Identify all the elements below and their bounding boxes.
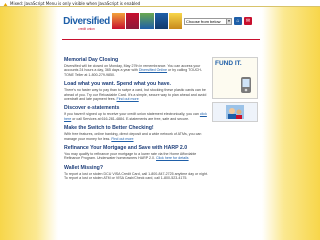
details-link[interactable]: Click here for details bbox=[156, 156, 189, 160]
diversified-online-link[interactable]: Diversified Online bbox=[139, 68, 167, 72]
news-body: To report a lost or stolen DCU VISA Cred… bbox=[64, 172, 210, 181]
mail-icon[interactable]: ✉ bbox=[244, 17, 252, 25]
news-body: With free features, online banking, dire… bbox=[64, 132, 210, 141]
sidebar: FUND IT. bbox=[212, 57, 258, 122]
nav-tile-3[interactable] bbox=[140, 13, 154, 29]
news-title: Refinance Your Mortgage and Save with HA… bbox=[64, 145, 188, 152]
news-title: Make the Switch to Better Checking! bbox=[64, 125, 154, 132]
news-item: Wallet Missing? To report a lost or stol… bbox=[64, 165, 210, 181]
header-icons: ⌂ ✉ bbox=[234, 17, 252, 25]
news-body: If you haven't signed up to receive your… bbox=[64, 112, 210, 121]
promo-nav-strip bbox=[112, 13, 183, 29]
news-item: Discover e-statements If you haven't sig… bbox=[64, 105, 210, 121]
news-body: Diversified will be closed on Monday, Ma… bbox=[64, 64, 210, 77]
header-divider bbox=[62, 39, 260, 40]
promo-photo-icon bbox=[226, 105, 244, 119]
news-title: Load what you want. Spend what you have. bbox=[64, 81, 171, 88]
news-text-after: or call Services at 616-281-4884. E-stat… bbox=[72, 116, 190, 121]
nav-tile-1[interactable] bbox=[112, 13, 126, 29]
news-title: Memorial Day Closing bbox=[64, 57, 119, 63]
news-item: Memorial Day Closing Diversified will be… bbox=[64, 57, 210, 77]
home-icon[interactable]: ⌂ bbox=[234, 17, 242, 25]
news-text: If you haven't signed up to receive your… bbox=[64, 112, 199, 117]
find-out-more-link[interactable]: Find out more bbox=[117, 97, 139, 101]
news-column: Memorial Day Closing Diversified will be… bbox=[64, 57, 210, 185]
chevron-down-icon[interactable]: ▼ bbox=[226, 19, 231, 24]
find-out-more-link[interactable]: Find out more bbox=[111, 137, 133, 141]
warning-icon bbox=[3, 2, 8, 6]
logo-wordmark: Diversified bbox=[63, 16, 110, 27]
product-select[interactable]: Choose from below ▼ bbox=[184, 18, 232, 25]
nav-tile-5[interactable] bbox=[168, 13, 183, 29]
news-title: Discover e-statements bbox=[64, 105, 120, 112]
diversified-logo[interactable]: Diversified credit union bbox=[62, 10, 111, 38]
phone-icon bbox=[241, 77, 251, 93]
logo-tagline: credit union bbox=[78, 27, 95, 31]
news-body: There's no faster way to pay than to swi… bbox=[64, 88, 210, 101]
fund-it-title: FUND IT. bbox=[215, 60, 242, 67]
page-content: Diversified credit union Choose from bel… bbox=[62, 9, 260, 240]
fund-it-promo[interactable]: FUND IT. bbox=[212, 57, 258, 99]
news-title: Wallet Missing? bbox=[64, 164, 104, 171]
news-item: Refinance Your Mortgage and Save with HA… bbox=[64, 145, 210, 161]
nav-tile-2[interactable] bbox=[126, 13, 140, 29]
nav-tile-4[interactable] bbox=[154, 13, 168, 29]
news-item: Make the Switch to Better Checking! With… bbox=[64, 125, 210, 141]
news-item: Load what you want. Spend what you have.… bbox=[64, 81, 210, 101]
warning-text: Mixed: JavaScript Menu is only visible w… bbox=[10, 1, 141, 6]
product-select-value: Choose from below bbox=[186, 19, 221, 24]
side-promo-image[interactable] bbox=[212, 102, 258, 122]
news-body: You may qualify to refinance your mortga… bbox=[64, 152, 210, 161]
news-text: To report a lost or stolen DCU VISA Cred… bbox=[64, 171, 209, 181]
javascript-warning-bar: Mixed: JavaScript Menu is only visible w… bbox=[0, 0, 320, 7]
